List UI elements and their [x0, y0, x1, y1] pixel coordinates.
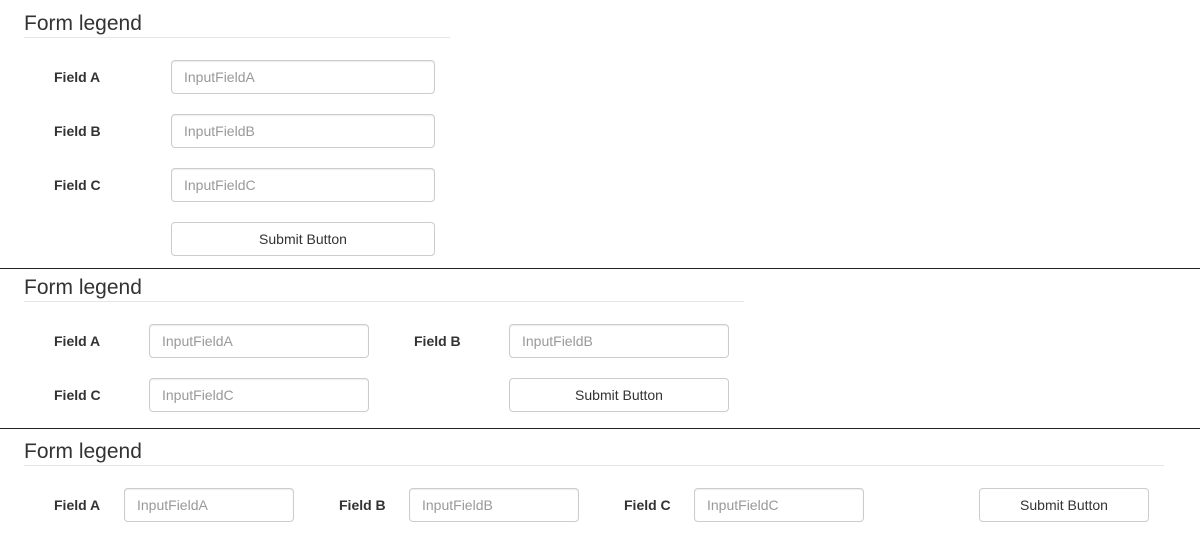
field-b-input[interactable]	[171, 114, 435, 148]
field-a-input[interactable]	[171, 60, 435, 94]
form-legend: Form legend	[24, 274, 744, 302]
form-legend: Form legend	[24, 438, 1164, 466]
field-a-input[interactable]	[124, 488, 294, 522]
submit-button[interactable]: Submit Button	[509, 378, 729, 412]
field-c-input[interactable]	[171, 168, 435, 202]
submit-button[interactable]: Submit Button	[979, 488, 1149, 522]
field-a-label: Field A	[54, 69, 101, 85]
field-b-input[interactable]	[509, 324, 729, 358]
form-legend: Form legend	[24, 10, 450, 38]
field-c-label: Field C	[624, 497, 671, 513]
form-vertical: Form legend Field A Field B Field C Subm…	[0, 0, 1200, 268]
field-c-input[interactable]	[694, 488, 864, 522]
field-a-label: Field A	[54, 333, 101, 349]
field-b-input[interactable]	[409, 488, 579, 522]
field-b-label: Field B	[54, 123, 101, 139]
form-inline: Form legend Field A Field B Field C Subm…	[0, 428, 1200, 536]
submit-button[interactable]: Submit Button	[171, 222, 435, 256]
field-c-label: Field C	[54, 387, 101, 403]
field-c-input[interactable]	[149, 378, 369, 412]
field-b-label: Field B	[339, 497, 386, 513]
field-a-input[interactable]	[149, 324, 369, 358]
form-grid: Form legend Field A Field B Field C Subm…	[0, 268, 1200, 428]
field-c-label: Field C	[54, 177, 101, 193]
field-b-label: Field B	[414, 333, 461, 349]
field-a-label: Field A	[54, 497, 101, 513]
